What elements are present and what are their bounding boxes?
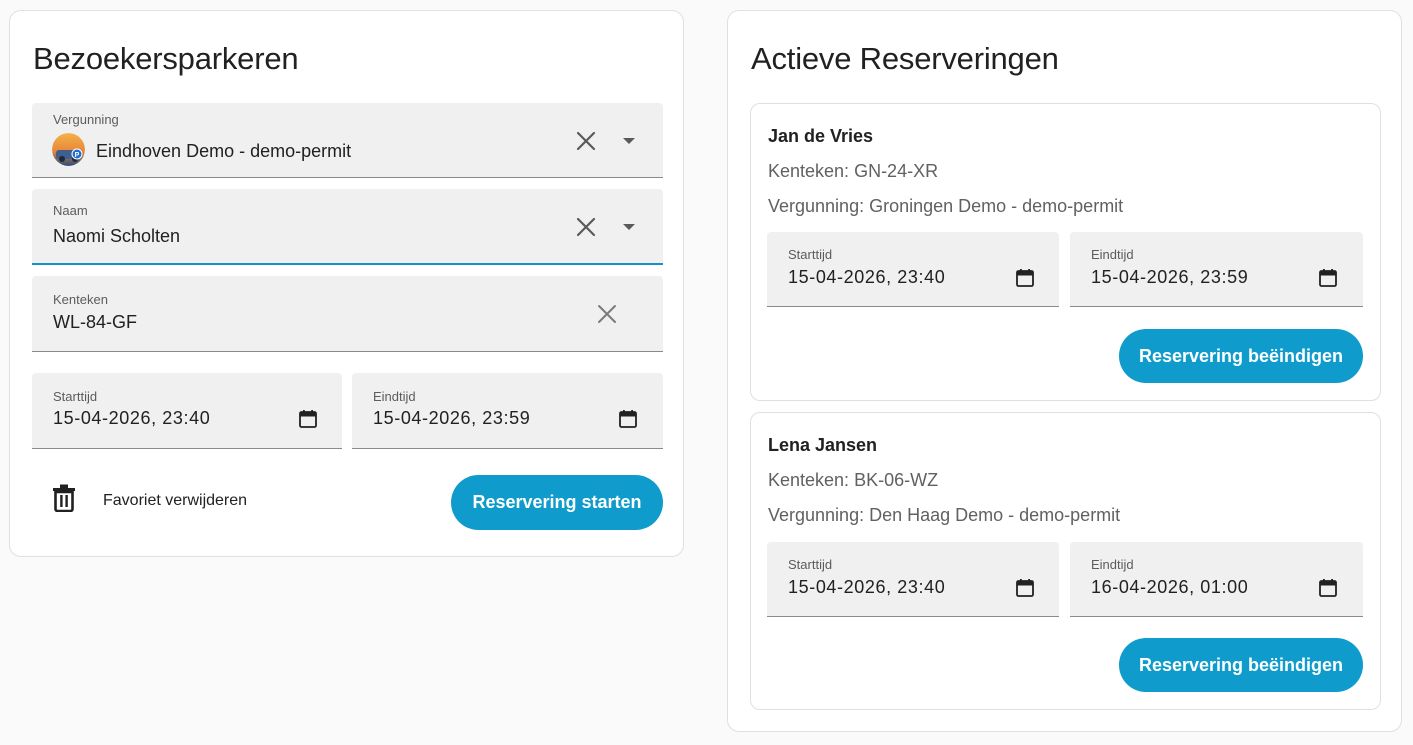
name-field[interactable]: Naam Naomi Scholten — [32, 189, 663, 265]
active-reservations-card: Actieve Reserveringen Jan de Vries Kente… — [727, 10, 1402, 732]
reservation-permit: Vergunning: Groningen Demo - demo-permit — [768, 196, 1124, 216]
permit-select[interactable]: Vergunning P Eindhoven Demo - demo-permi — [32, 103, 663, 178]
end-time-label: Eindtijd — [1091, 557, 1134, 572]
reservation-permit: Vergunning: Den Haag Demo - demo-permit — [768, 505, 1121, 525]
reservation-plate: Kenteken: BK-06-WZ — [768, 470, 939, 490]
end-time-field[interactable]: Eindtijd 16-04-2026, 01:00 — [1070, 542, 1363, 617]
license-plate-label: Kenteken — [53, 292, 108, 307]
start-time-value: 15-04-2026, 23:40 — [53, 408, 211, 428]
name-value: Naomi Scholten — [53, 226, 181, 246]
reservation-plate: Kenteken: GN-24-XR — [768, 161, 939, 181]
end-reservation-button[interactable]: Reservering beëindigen — [1119, 329, 1363, 383]
end-time-value: 15-04-2026, 23:59 — [1091, 267, 1249, 287]
visitor-parking-card: Bezoekersparkeren Vergunning P Eindhoven… — [9, 10, 684, 557]
calendar-icon[interactable] — [1318, 268, 1338, 288]
close-icon[interactable] — [572, 213, 600, 241]
page-title: Bezoekersparkeren — [33, 41, 299, 76]
start-time-label: Starttijd — [53, 389, 98, 404]
calendar-icon[interactable] — [618, 409, 638, 429]
end-time-label: Eindtijd — [1091, 247, 1134, 262]
end-time-value: 16-04-2026, 01:00 — [1091, 577, 1249, 597]
start-time-value: 15-04-2026, 23:40 — [788, 267, 946, 287]
reservation-card: Lena Jansen Kenteken: BK-06-WZ Vergunnin… — [750, 412, 1381, 710]
arrow-drop-down-icon[interactable] — [615, 127, 643, 155]
name-label: Naam — [53, 203, 88, 218]
permit-label: Vergunning — [53, 112, 119, 127]
start-time-field[interactable]: Starttijd 15-04-2026, 23:40 — [767, 232, 1059, 307]
close-icon[interactable] — [572, 127, 600, 155]
start-time-label: Starttijd — [788, 247, 833, 262]
parking-avatar: P — [52, 133, 85, 166]
calendar-icon[interactable] — [298, 409, 318, 429]
delete-favorite-button[interactable]: Favoriet verwijderen — [50, 481, 290, 521]
calendar-icon[interactable] — [1015, 578, 1035, 598]
calendar-icon[interactable] — [1318, 578, 1338, 598]
start-time-value: 15-04-2026, 23:40 — [788, 577, 946, 597]
end-time-label: Eindtijd — [373, 389, 416, 404]
close-icon[interactable] — [593, 300, 621, 328]
svg-text:P: P — [75, 152, 80, 159]
start-time-label: Starttijd — [788, 557, 833, 572]
reservation-name: Jan de Vries — [768, 126, 874, 146]
permit-value: Eindhoven Demo - demo-permit — [96, 141, 352, 161]
start-time-field[interactable]: Starttijd 15-04-2026, 23:40 — [767, 542, 1059, 617]
delete-favorite-label: Favoriet verwijderen — [103, 492, 248, 509]
reservation-card: Jan de Vries Kenteken: GN-24-XR Vergunni… — [750, 103, 1381, 401]
license-plate-field[interactable]: Kenteken WL-84-GF — [32, 276, 663, 352]
end-time-value: 15-04-2026, 23:59 — [373, 408, 531, 428]
reservation-name: Lena Jansen — [768, 435, 878, 455]
section-title: Actieve Reserveringen — [751, 41, 1059, 76]
start-reservation-button[interactable]: Reservering starten — [451, 475, 663, 530]
end-time-field[interactable]: Eindtijd 15-04-2026, 23:59 — [1070, 232, 1363, 307]
end-reservation-button[interactable]: Reservering beëindigen — [1119, 638, 1363, 692]
calendar-icon[interactable] — [1015, 268, 1035, 288]
end-time-field[interactable]: Eindtijd 15-04-2026, 23:59 — [352, 373, 663, 449]
trash-icon — [53, 484, 75, 512]
arrow-drop-down-icon[interactable] — [615, 213, 643, 241]
start-time-field[interactable]: Starttijd 15-04-2026, 23:40 — [32, 373, 342, 449]
license-plate-value: WL-84-GF — [53, 312, 138, 332]
